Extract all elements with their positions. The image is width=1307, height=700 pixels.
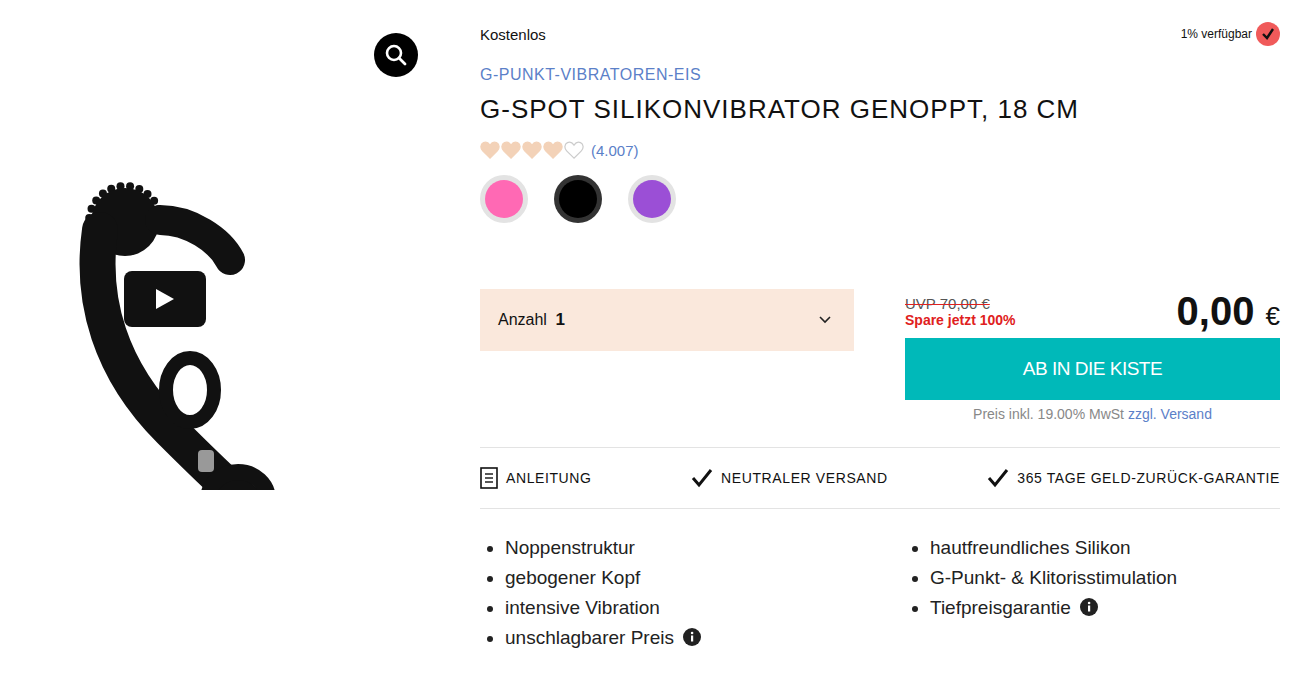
- bullet-item: hautfreundliches Silikon: [930, 533, 1280, 563]
- info-icon[interactable]: [1080, 598, 1098, 616]
- info-icon[interactable]: [683, 628, 701, 646]
- check-icon: [987, 468, 1009, 488]
- bullet-list: Noppenstruktur gebogener Kopf intensive …: [480, 533, 880, 653]
- bullet-item: intensive Vibration: [505, 593, 880, 623]
- heart-icon: [564, 141, 584, 159]
- heart-icon: [501, 141, 521, 159]
- document-icon: [480, 467, 498, 489]
- subcategory-link[interactable]: EIS: [674, 66, 701, 83]
- quantity-select[interactable]: Anzahl 1: [480, 289, 854, 351]
- category-link[interactable]: G-PUNKT-VIBRATOREN: [480, 66, 668, 83]
- feature-item: NEUTRALER VERSAND: [691, 468, 888, 488]
- price-badge: Kostenlos: [480, 26, 546, 43]
- check-icon: [1256, 22, 1280, 46]
- add-to-cart-button[interactable]: AB IN DIE KISTE: [905, 338, 1280, 400]
- color-swatch[interactable]: [628, 175, 676, 223]
- bullet-item: unschlagbarer Preis: [505, 623, 880, 653]
- feature-item[interactable]: ANLEITUNG: [480, 467, 592, 489]
- heart-icon: [480, 141, 500, 159]
- feature-item: 365 TAGE GELD-ZURÜCK-GARANTIE: [987, 468, 1280, 488]
- chevron-down-icon: [818, 315, 832, 325]
- bullet-item: gebogener Kopf: [505, 563, 880, 593]
- check-icon: [691, 468, 713, 488]
- zoom-button[interactable]: [374, 33, 418, 77]
- heart-icon: [543, 141, 563, 159]
- price: 0,00 €: [1177, 289, 1280, 334]
- play-icon[interactable]: [124, 271, 206, 327]
- uvp-price: UVP 70,00 €: [905, 295, 1016, 312]
- bullet-item: G-Punkt- & Klitorisstimulation: [930, 563, 1280, 593]
- tax-note: Preis inkl. 19.00% MwSt zzgl. Versand: [905, 406, 1280, 422]
- shipping-link[interactable]: zzgl. Versand: [1128, 406, 1212, 422]
- product-media: [0, 0, 480, 700]
- magnifier-icon: [384, 43, 408, 67]
- category-breadcrumb: G-PUNKT-VIBRATOREN-EIS: [480, 66, 1280, 84]
- availability: 1% verfügbar: [1181, 22, 1280, 46]
- product-info: Kostenlos 1% verfügbar G-PUNKT-VIBRATOREN-…: [480, 0, 1280, 700]
- feature-bar: ANLEITUNG NEUTRALER VERSAND 365 TAGE GELD-…: [480, 447, 1280, 509]
- savings: Spare jetzt 100%: [905, 312, 1016, 328]
- bullet-list: hautfreundliches Silikon G-Punkt- & Klit…: [880, 533, 1280, 653]
- rating[interactable]: (4.007): [480, 141, 1280, 159]
- product-page: Kostenlos 1% verfügbar G-PUNKT-VIBRATOREN-…: [0, 0, 1307, 700]
- color-swatch[interactable]: [554, 175, 602, 223]
- color-swatch[interactable]: [480, 175, 528, 223]
- bullet-item: Tiefpreisgarantie: [930, 593, 1280, 623]
- product-title: G-SPOT SILIKONVIBRATOR GENOPPT, 18 CM: [480, 94, 1280, 125]
- bullet-item: Noppenstruktur: [505, 533, 880, 563]
- color-swatches: [480, 175, 1280, 223]
- heart-icon: [522, 141, 542, 159]
